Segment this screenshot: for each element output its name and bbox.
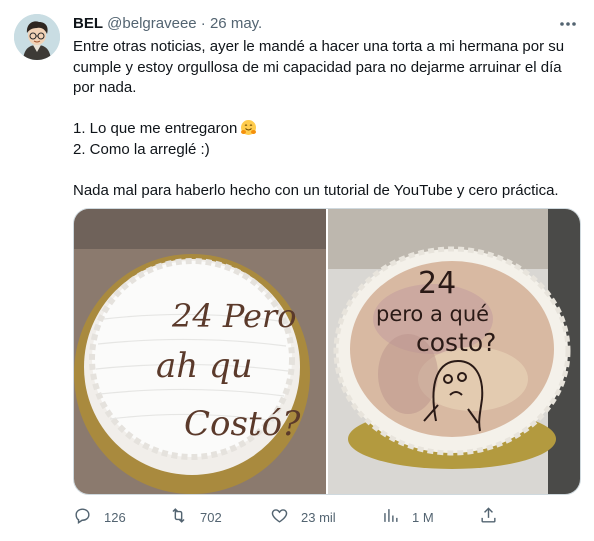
like-icon: [270, 506, 289, 528]
reply-icon: [73, 506, 92, 528]
reply-count: 126: [104, 509, 126, 525]
tweet-date[interactable]: 26 may.: [210, 15, 262, 32]
share-button[interactable]: [479, 506, 498, 528]
avatar[interactable]: [14, 14, 60, 60]
cake-photo-after[interactable]: 24 pero a qué costo?: [328, 209, 580, 494]
cake-photo-before[interactable]: 24 Pero ah qu Costó?: [74, 209, 326, 494]
cake-writing-line: ah qu: [156, 346, 253, 386]
author-name[interactable]: BEL: [73, 15, 103, 32]
tweet-text: Entre otras noticias, ayer le mandé a ha…: [73, 37, 583, 201]
share-icon: [479, 506, 498, 528]
tweet-list-item: 1. Lo que me entregaron: [73, 119, 583, 140]
retweet-icon: [169, 506, 188, 528]
views-count: 1 M: [412, 509, 434, 525]
cake-writing-line: 24: [418, 266, 456, 301]
action-bar: 126 702 23 mil 1 M: [73, 506, 583, 528]
views-icon: [381, 506, 400, 528]
retweet-button[interactable]: 702: [169, 506, 222, 528]
separator-dot: ·: [200, 15, 206, 32]
tweet: BEL @belgraveee · 26 may. Entre otras no…: [0, 0, 594, 541]
tweet-list-item-text: 1. Lo que me entregaron: [73, 120, 238, 137]
more-icon[interactable]: [558, 14, 578, 34]
reply-button[interactable]: 126: [73, 506, 126, 528]
media-grid: 24 Pero ah qu Costó? 24 pero a qué costo…: [73, 208, 581, 495]
like-count: 23 mil: [301, 509, 336, 525]
like-button[interactable]: 23 mil: [270, 506, 336, 528]
tweet-paragraph: Entre otras noticias, ayer le mandé a ha…: [73, 38, 565, 96]
cake-writing-line: Costó?: [184, 404, 301, 444]
tweet-list-item: 2. Como la arreglé :): [73, 140, 210, 158]
retweet-count: 702: [200, 509, 222, 525]
author-handle[interactable]: @belgraveee: [107, 15, 196, 32]
tweet-paragraph: Nada mal para haberlo hecho con un tutor…: [73, 181, 559, 199]
cake-writing-line: costo?: [416, 328, 496, 357]
hugging-face-emoji-icon: [240, 119, 257, 136]
avatar-illustration: [14, 14, 60, 60]
cake-writing-line: 24 Pero: [171, 297, 296, 335]
tweet-header: BEL @belgraveee · 26 may.: [73, 14, 262, 34]
cake-writing-line: pero a qué: [376, 302, 489, 326]
views-button[interactable]: 1 M: [381, 506, 434, 528]
